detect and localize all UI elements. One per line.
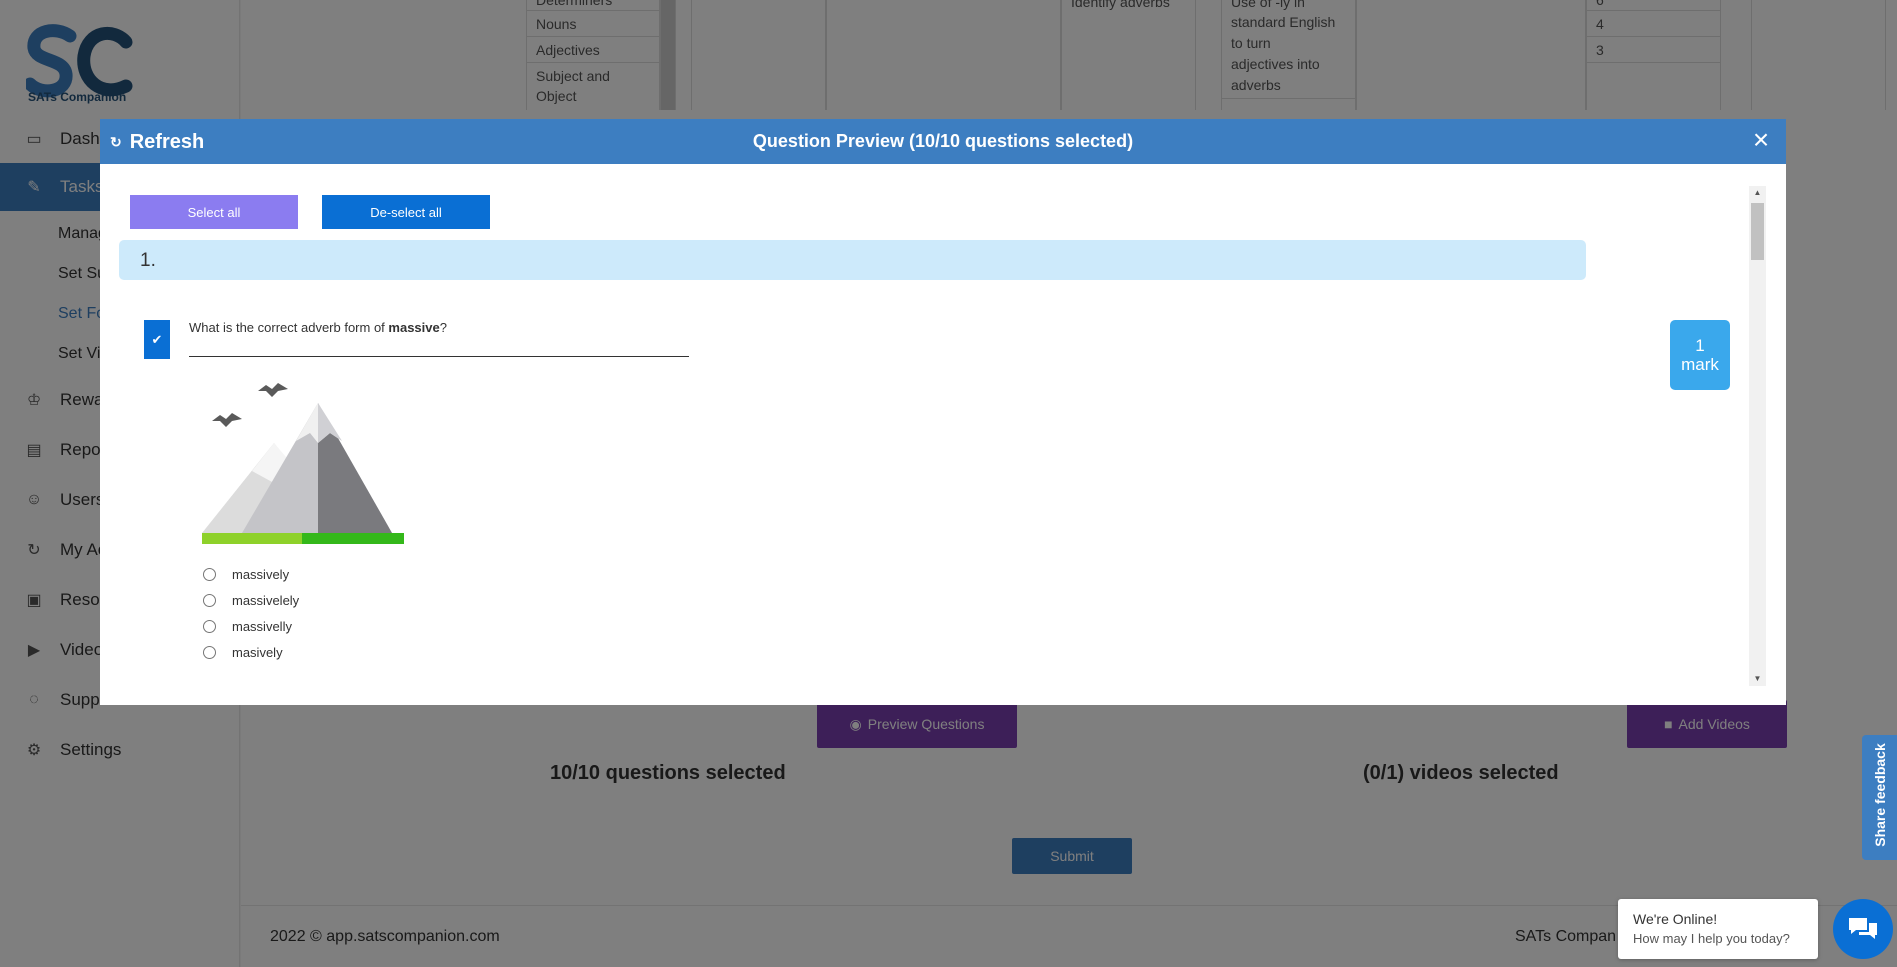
question-text-prefix: What is the correct adverb form of <box>189 320 389 335</box>
chat-icon <box>1849 918 1877 939</box>
mark-label: mark <box>1681 355 1719 374</box>
chat-greeting-title: We're Online! <box>1633 911 1718 927</box>
chat-launcher-button[interactable] <box>1833 899 1893 959</box>
deselect-all-button[interactable]: De-select all <box>322 195 490 229</box>
chat-greeting-bubble[interactable]: We're Online! How may I help you today? <box>1618 899 1818 959</box>
answer-option[interactable]: masively <box>203 645 283 660</box>
answer-option[interactable]: massivelely <box>203 593 299 608</box>
question-preview-modal: ↻ Refresh Question Preview (10/10 questi… <box>100 119 1786 705</box>
checkmark-icon: ✔ <box>151 331 163 347</box>
answer-option[interactable]: massively <box>203 567 289 582</box>
close-icon[interactable]: × <box>1749 125 1773 155</box>
modal-header: ↻ Refresh Question Preview (10/10 questi… <box>100 119 1786 164</box>
answer-option-label: massively <box>232 567 290 582</box>
modal-title: Question Preview (10/10 questions select… <box>752 131 1134 151</box>
radio-button[interactable] <box>203 620 216 633</box>
radio-button[interactable] <box>203 646 216 659</box>
question-text-suffix: ? <box>439 320 447 335</box>
answer-option[interactable]: massivelly <box>203 619 292 634</box>
scroll-up-arrow-icon[interactable]: ▲ <box>1749 186 1766 200</box>
share-feedback-label: Share feedback <box>1872 743 1888 847</box>
select-all-button[interactable]: Select all <box>130 195 298 229</box>
modal-scrollbar[interactable]: ▲ ▼ <box>1749 186 1766 686</box>
question-text: What is the correct adverb form of massi… <box>189 320 447 335</box>
chat-greeting-subtitle: How may I help you today? <box>1633 931 1790 946</box>
mark-badge: 1 mark <box>1670 320 1730 390</box>
radio-button[interactable] <box>203 568 216 581</box>
scroll-down-arrow-icon[interactable]: ▼ <box>1749 672 1766 686</box>
share-feedback-tab[interactable]: Share feedback <box>1862 735 1897 860</box>
mountains-illustration <box>202 383 404 544</box>
question-number: 1. <box>140 250 156 271</box>
answer-option-label: masively <box>232 645 283 660</box>
question-keyword: massive <box>388 320 440 335</box>
answer-option-label: massivelly <box>232 619 292 634</box>
mark-count: 1 <box>1695 336 1705 355</box>
question-checkbox[interactable]: ✔ <box>144 320 170 359</box>
question-underline <box>189 356 689 357</box>
radio-button[interactable] <box>203 594 216 607</box>
answer-option-label: massivelely <box>232 593 300 608</box>
question-number-bar: 1. <box>119 240 1586 280</box>
scroll-thumb[interactable] <box>1751 203 1764 260</box>
